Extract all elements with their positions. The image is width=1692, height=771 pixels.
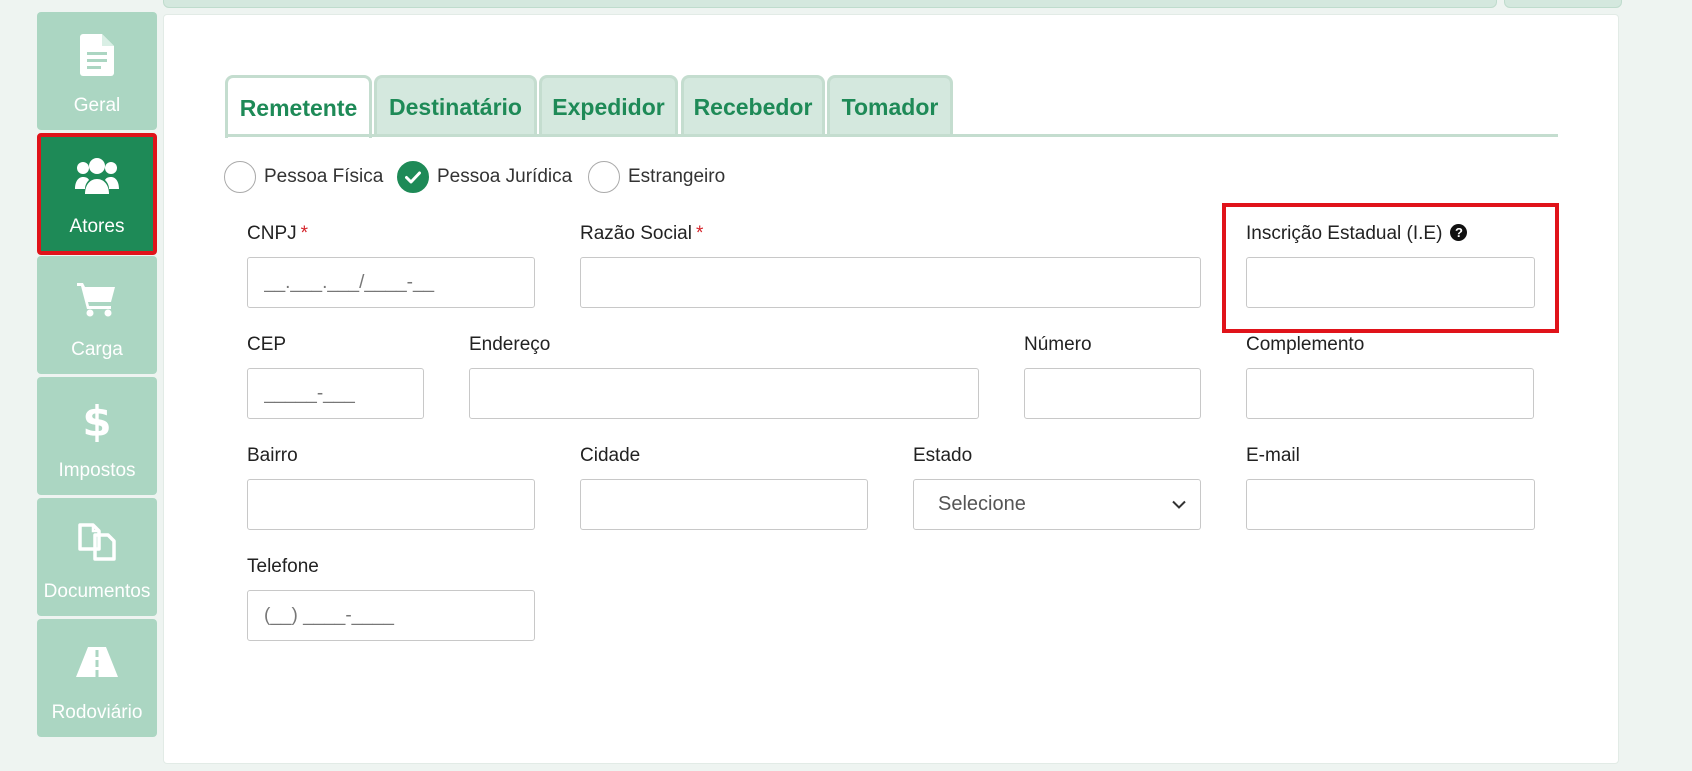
radio-pessoa-juridica[interactable]: Pessoa Jurídica [397, 160, 572, 194]
complemento-label: Complemento [1246, 334, 1365, 355]
highlight-box [1222, 203, 1559, 333]
cnpj-label: CNPJ * [247, 223, 308, 245]
radio-pessoa-fisica[interactable]: Pessoa Física [224, 160, 383, 194]
sidebar-item-label: Geral [73, 95, 121, 116]
cep-label: CEP [247, 334, 287, 355]
razao-social-label: Razão Social * [580, 223, 703, 245]
telefone-label: Telefone [247, 556, 319, 577]
tabs-underline [225, 134, 1558, 137]
endereco-input[interactable] [469, 368, 979, 419]
cnpj-input[interactable] [247, 257, 535, 308]
radio-circle-checked[interactable] [397, 161, 429, 193]
radio-estrangeiro[interactable]: Estrangeiro [588, 160, 725, 194]
radio-circle[interactable] [224, 161, 256, 193]
top-toolbar [163, 0, 1497, 8]
cidade-label: Cidade [580, 445, 641, 466]
radio-label: Pessoa Jurídica [437, 166, 573, 187]
road-icon [37, 639, 157, 685]
users-icon [41, 153, 153, 199]
sidebar-item-label: Documentos [43, 581, 151, 602]
copy-documents-icon [37, 518, 157, 564]
sidebar-item-label: Carga [71, 339, 123, 360]
radio-label: Pessoa Física [264, 166, 384, 187]
cart-icon [37, 276, 157, 322]
svg-text:$: $ [84, 398, 110, 442]
sidebar-item-rodoviario[interactable]: Rodoviário [37, 619, 157, 737]
tab-recebedor[interactable]: Recebedor [681, 75, 825, 136]
telefone-input[interactable] [247, 590, 535, 641]
razao-social-label-text: Razão Social [580, 223, 692, 244]
radio-label: Estrangeiro [628, 166, 726, 187]
tab-tomador[interactable]: Tomador [827, 75, 953, 136]
sidebar-item-label: Impostos [58, 460, 136, 481]
required-marker: * [300, 223, 309, 244]
sidebar-item-impostos[interactable]: $ Impostos [37, 377, 157, 495]
top-toolbar-button[interactable] [1504, 0, 1622, 8]
estado-selected-value: Selecione [938, 493, 1026, 515]
sidebar-item-carga[interactable]: Carga [37, 256, 157, 374]
bairro-input[interactable] [247, 479, 535, 530]
estado-label: Estado [913, 445, 973, 466]
email-label: E-mail [1246, 445, 1300, 466]
required-marker: * [695, 223, 704, 244]
estado-select[interactable]: Selecione [913, 479, 1201, 530]
complemento-input[interactable] [1246, 368, 1534, 419]
numero-label: Número [1024, 334, 1092, 355]
sidebar-item-atores[interactable]: Atores [37, 133, 157, 255]
sidebar-item-label: Atores [69, 216, 125, 237]
dollar-icon: $ [37, 397, 157, 443]
sidebar-item-label: Rodoviário [51, 702, 143, 723]
endereco-label: Endereço [469, 334, 551, 355]
razao-social-input[interactable] [580, 257, 1201, 308]
tab-expedidor[interactable]: Expedidor [539, 75, 678, 136]
chevron-down-icon [1172, 500, 1186, 509]
document-icon [37, 32, 157, 78]
cnpj-label-text: CNPJ [247, 223, 297, 244]
email-input[interactable] [1246, 479, 1535, 530]
tab-remetente[interactable]: Remetente [225, 75, 372, 138]
bairro-label: Bairro [247, 445, 298, 466]
check-icon [405, 171, 421, 183]
tab-destinatario[interactable]: Destinatário [374, 75, 537, 136]
cep-input[interactable] [247, 368, 424, 419]
sidebar-item-documentos[interactable]: Documentos [37, 498, 157, 616]
cidade-input[interactable] [580, 479, 868, 530]
numero-input[interactable] [1024, 368, 1201, 419]
radio-circle[interactable] [588, 161, 620, 193]
sidebar-item-geral[interactable]: Geral [37, 12, 157, 130]
